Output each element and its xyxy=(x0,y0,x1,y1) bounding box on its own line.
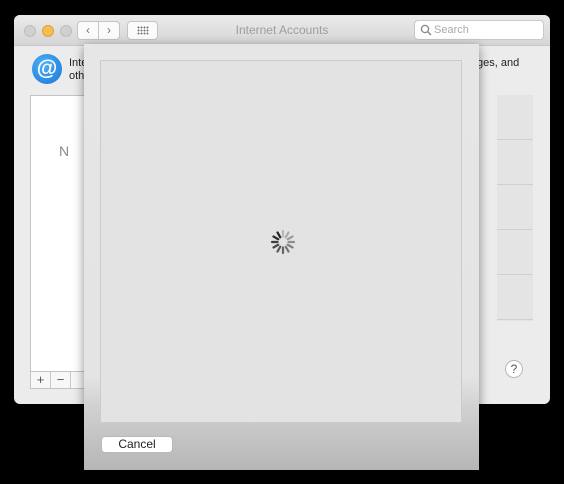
cancel-button[interactable]: Cancel xyxy=(101,436,173,453)
description-text-right: ges, and xyxy=(477,57,520,69)
help-button[interactable]: ? xyxy=(505,360,523,378)
spinner-spoke xyxy=(286,235,294,241)
provider-row[interactable] xyxy=(497,185,533,230)
remove-account-button[interactable]: − xyxy=(51,372,71,388)
no-accounts-text: N xyxy=(59,143,70,159)
title-bar: ‹ › Internet Accounts Search xyxy=(14,15,550,46)
spinner-spoke xyxy=(284,231,290,239)
provider-row[interactable] xyxy=(497,275,533,320)
add-account-button[interactable]: + xyxy=(31,372,51,388)
provider-row[interactable] xyxy=(497,95,533,140)
spinner-spoke xyxy=(286,243,294,249)
provider-row[interactable] xyxy=(497,140,533,185)
spinner-spoke xyxy=(284,245,290,253)
provider-list xyxy=(497,95,533,321)
accounts-list[interactable] xyxy=(30,95,90,372)
sheet-content-area xyxy=(100,60,462,423)
spinner-icon xyxy=(270,229,296,255)
spinner-spoke xyxy=(276,231,282,239)
spinner-spoke xyxy=(272,235,280,241)
search-field[interactable]: Search xyxy=(414,20,544,40)
provider-row[interactable] xyxy=(497,230,533,275)
spinner-spoke xyxy=(276,245,282,253)
search-placeholder: Search xyxy=(434,24,469,36)
at-sign-icon: @ xyxy=(32,54,62,84)
search-icon xyxy=(420,24,432,36)
spinner-spoke xyxy=(272,243,280,249)
accounts-list-toolbar: + − xyxy=(30,371,90,389)
account-setup-sheet: Cancel xyxy=(84,44,479,470)
